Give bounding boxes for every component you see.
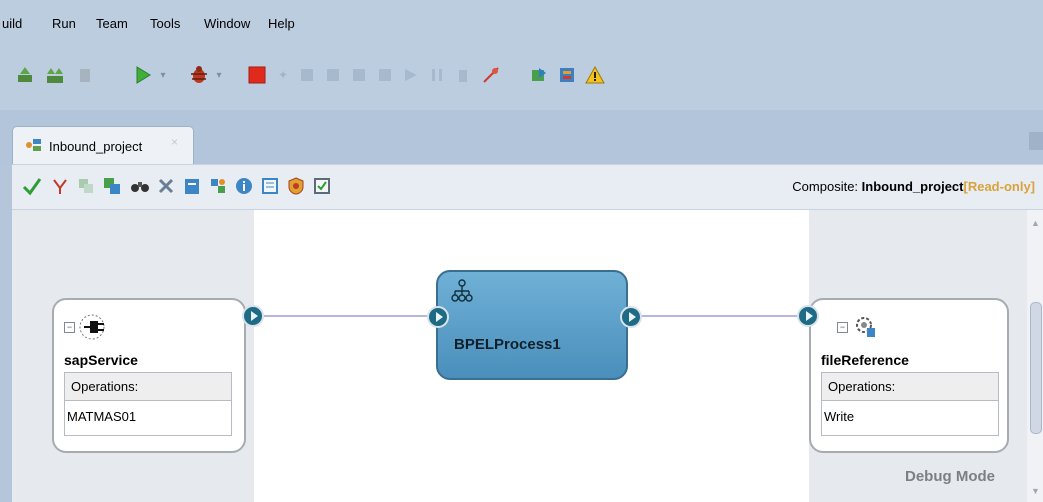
warning-icon[interactable] — [584, 64, 606, 86]
file-reference-component[interactable]: − fileReference Operations: Write — [809, 298, 1009, 453]
debug-dropdown-icon[interactable]: ▾ — [214, 64, 224, 86]
clipboard-icon[interactable] — [182, 176, 202, 196]
reference-port[interactable] — [797, 305, 819, 327]
composite-title: Composite: Inbound_project[Read-only] — [792, 179, 1035, 194]
tab-label: Inbound_project — [49, 139, 143, 154]
wire-service-to-bpel[interactable] — [264, 315, 440, 317]
deploy-all-icon[interactable] — [44, 64, 66, 86]
resume-icon — [400, 64, 422, 86]
service-port[interactable] — [242, 305, 264, 327]
stop-icon[interactable] — [246, 64, 268, 86]
operations-box: Operations: MATMAS01 — [64, 372, 232, 436]
operations-header: Operations: — [65, 373, 231, 401]
copy-icon[interactable] — [102, 176, 122, 196]
adapter-plug-icon — [78, 312, 108, 345]
pause-icon — [426, 64, 448, 86]
read-only-badge: [Read-only] — [963, 179, 1036, 194]
test-icon[interactable] — [260, 176, 280, 196]
trash-icon — [452, 64, 474, 86]
bpel-inbound-port[interactable] — [427, 306, 449, 328]
scroll-up-icon[interactable]: ▲ — [1031, 218, 1040, 228]
deploy-icon[interactable] — [14, 64, 36, 86]
collapse-toggle-icon[interactable]: − — [64, 322, 75, 333]
scroll-thumb[interactable] — [1030, 302, 1042, 434]
server-icon[interactable] — [556, 64, 578, 86]
close-icon[interactable]: × — [171, 135, 178, 149]
bpel-tree-icon — [450, 278, 474, 309]
menu-run[interactable]: Run — [52, 16, 76, 31]
editor-toolbar: Composite: Inbound_project[Read-only] — [12, 164, 1043, 210]
delete-icon[interactable] — [156, 176, 176, 196]
step-out-icon — [348, 64, 370, 86]
collapse-toggle-icon[interactable]: − — [837, 322, 848, 333]
menu-build[interactable]: uild — [2, 16, 22, 31]
step-into-icon — [322, 64, 344, 86]
step-to-end-icon — [374, 64, 396, 86]
refresh-icon[interactable] — [528, 64, 550, 86]
info-icon[interactable] — [234, 176, 254, 196]
tab-strip: Inbound_project × — [0, 110, 1043, 168]
bpel-process-component[interactable]: BPELProcess1 — [436, 270, 628, 380]
composite-name: Inbound_project — [861, 179, 964, 194]
layout-icon — [76, 176, 96, 196]
menu-team[interactable]: Team — [96, 16, 128, 31]
operation-item[interactable]: MATMAS01 — [65, 401, 231, 424]
sap-service-component[interactable]: − sapService Operations: MATMAS01 — [52, 298, 246, 453]
step-over-icon — [296, 64, 318, 86]
composite-canvas[interactable]: − sapService Operations: MATMAS01 BPELPr… — [12, 210, 1027, 502]
composite-icon — [25, 137, 43, 156]
run-icon[interactable] — [132, 64, 154, 86]
wire-bpel-to-reference[interactable] — [632, 315, 800, 317]
tab-inbound-project[interactable]: Inbound_project × — [12, 126, 194, 168]
bpel-outbound-port[interactable] — [620, 306, 642, 328]
component-title: sapService — [64, 352, 138, 368]
composite-prefix: Composite: — [792, 179, 862, 194]
component-title: fileReference — [821, 352, 909, 368]
debug-mode-label: Debug Mode — [905, 468, 995, 485]
operations-header: Operations: — [822, 373, 998, 401]
scroll-down-icon[interactable]: ▼ — [1031, 486, 1040, 496]
step-icon: ✦ — [277, 68, 289, 82]
run-dropdown-icon[interactable]: ▾ — [158, 64, 168, 86]
breakpoint-icon[interactable] — [480, 64, 502, 86]
component-palette-icon[interactable] — [208, 176, 228, 196]
menu-bar: uild Run Team Tools Window Help — [0, 0, 1043, 46]
menu-help[interactable]: Help — [268, 16, 295, 31]
binoculars-icon[interactable] — [130, 176, 150, 196]
security-badge-icon[interactable] — [286, 176, 306, 196]
validate-check-icon[interactable] — [22, 176, 42, 196]
stop-deploy-icon — [74, 64, 96, 86]
vertical-scrollbar[interactable]: ▲ ▼ — [1027, 210, 1043, 502]
file-adapter-gear-icon — [853, 314, 877, 341]
operations-box: Operations: Write — [821, 372, 999, 436]
wire-icon[interactable] — [50, 176, 70, 196]
checklist-icon[interactable] — [312, 176, 332, 196]
maximize-icon[interactable] — [1029, 132, 1043, 150]
operation-item[interactable]: Write — [822, 401, 998, 424]
main-toolbar: ▾ ▾ ✦ — [0, 46, 1043, 110]
component-title: BPELProcess1 — [454, 336, 561, 353]
menu-window[interactable]: Window — [204, 16, 250, 31]
debug-icon[interactable] — [188, 64, 210, 86]
menu-tools[interactable]: Tools — [150, 16, 180, 31]
